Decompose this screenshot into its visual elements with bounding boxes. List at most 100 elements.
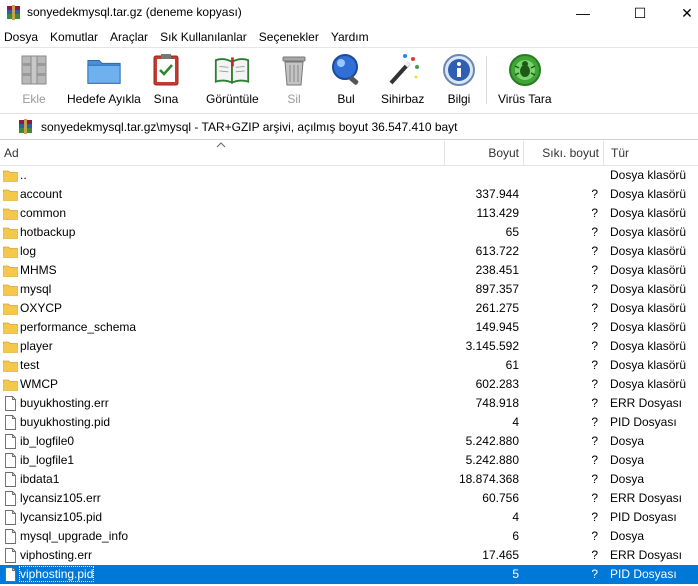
file-size: 5: [512, 567, 519, 581]
column-header-packed-size[interactable]: Sıkı. boyut: [523, 141, 603, 166]
test-button[interactable]: Sına: [148, 52, 184, 106]
book-icon: [214, 52, 250, 88]
folder-icon: [3, 284, 18, 296]
file-name: ib_logfile0: [20, 434, 75, 448]
list-row[interactable]: mysql_upgrade_info 6? Dosya: [0, 527, 698, 546]
column-header-type[interactable]: Tür: [603, 141, 698, 166]
list-row[interactable]: lycansiz105.err 60.756? ERR Dosyası: [0, 489, 698, 508]
list-row[interactable]: mysql 897.357? Dosya klasörü: [0, 280, 698, 299]
file-packed-size: ?: [591, 377, 598, 391]
column-header-size[interactable]: Boyut: [444, 141, 523, 166]
list-row[interactable]: ib_logfile0 5.242.880? Dosya: [0, 432, 698, 451]
list-row[interactable]: hotbackup 65? Dosya klasörü: [0, 223, 698, 242]
delete-label: Sil: [287, 92, 301, 106]
file-size: 149.945: [475, 320, 519, 334]
info-button[interactable]: Bilgi: [441, 52, 477, 106]
list-row[interactable]: MHMS 238.451? Dosya klasörü: [0, 261, 698, 280]
list-row[interactable]: ib_logfile1 5.242.880? Dosya: [0, 451, 698, 470]
file-name: lycansiz105.err: [20, 491, 101, 505]
close-button[interactable]: ✕: [664, 0, 698, 26]
folder-icon: [3, 246, 18, 258]
list-row[interactable]: buyukhosting.err 748.918? ERR Dosyası: [0, 394, 698, 413]
archive-icon: [19, 119, 32, 134]
file-icon: [5, 548, 16, 563]
list-row[interactable]: viphosting.err 17.465? ERR Dosyası: [0, 546, 698, 565]
file-type: Dosya: [610, 434, 645, 448]
maximize-button[interactable]: ☐: [617, 0, 663, 26]
file-size: 18.874.368: [458, 472, 519, 486]
file-size: 113.429: [476, 206, 520, 220]
file-packed-size: ?: [591, 548, 598, 562]
file-packed-size: ?: [591, 206, 598, 220]
address-bar[interactable]: sonyedekmysql.tar.gz\mysql - TAR+GZIP ar…: [0, 113, 698, 140]
file-size: 337.944: [475, 187, 519, 201]
file-icon: [5, 415, 16, 430]
info-label: Bilgi: [447, 92, 471, 106]
virus-scan-button[interactable]: Virüs Tara: [498, 52, 552, 106]
file-name: ib_logfile1: [20, 453, 75, 467]
folder-icon: [3, 379, 18, 391]
list-row[interactable]: viphosting.pid 5? PID Dosyası: [0, 565, 698, 584]
file-type: ERR Dosyası: [610, 396, 683, 410]
menu-help[interactable]: Yardım: [325, 27, 375, 47]
list-row[interactable]: log 613.722? Dosya klasörü: [0, 242, 698, 261]
delete-button[interactable]: Sil: [276, 52, 312, 106]
file-packed-size: ?: [591, 301, 598, 315]
list-row[interactable]: common 113.429? Dosya klasörü: [0, 204, 698, 223]
extract-to-label: Hedefe Ayıkla: [67, 92, 141, 106]
window-title: sonyedekmysql.tar.gz (deneme kopyası): [27, 5, 242, 19]
menu-options[interactable]: Seçenekler: [253, 27, 325, 47]
file-name: ibdata1: [20, 472, 60, 486]
list-row[interactable]: .. Dosya klasörü: [0, 166, 698, 185]
menu-commands[interactable]: Komutlar: [44, 27, 104, 47]
minimize-button[interactable]: —: [560, 0, 606, 26]
file-type: Dosya klasörü: [610, 301, 687, 315]
file-name: lycansiz105.pid: [20, 510, 103, 524]
list-row[interactable]: OXYCP 261.275? Dosya klasörü: [0, 299, 698, 318]
file-name: log: [20, 244, 37, 258]
file-name: test: [20, 358, 40, 372]
file-name: mysql_upgrade_info: [20, 529, 129, 543]
folder-icon: [3, 341, 18, 353]
file-packed-size: ?: [591, 339, 598, 353]
file-name: buyukhosting.err: [20, 396, 109, 410]
column-header-name[interactable]: Ad: [4, 141, 19, 166]
file-list: .. Dosya klasörü account 337.944? Dosya klas…: [0, 166, 698, 586]
list-row[interactable]: performance_schema 149.945? Dosya klasörü: [0, 318, 698, 337]
file-type: Dosya klasörü: [610, 320, 687, 334]
file-packed-size: ?: [591, 320, 598, 334]
test-label: Sına: [153, 92, 179, 106]
menu-tools[interactable]: Araçlar: [104, 27, 154, 47]
file-type: Dosya klasörü: [610, 377, 687, 391]
view-button[interactable]: Görüntüle: [206, 52, 259, 106]
sort-ascending-icon: [216, 142, 226, 148]
file-packed-size: ?: [591, 187, 598, 201]
wizard-label: Sihirbaz: [381, 92, 425, 106]
menu-favorites[interactable]: Sık Kullanılanlar: [154, 27, 253, 47]
folder-icon: [3, 227, 18, 239]
winrar-app-icon[interactable]: [6, 5, 21, 20]
find-button[interactable]: Bul: [328, 52, 364, 106]
toolbar: Ekle Hedefe Ayıkla Sına Görüntüle Sil Bu…: [0, 47, 698, 113]
file-type: PID Dosyası: [610, 415, 677, 429]
list-row[interactable]: account 337.944? Dosya klasörü: [0, 185, 698, 204]
file-size: 60.756: [482, 491, 519, 505]
add-button[interactable]: Ekle: [16, 52, 52, 106]
list-row[interactable]: ibdata1 18.874.368? Dosya: [0, 470, 698, 489]
file-size: 261.275: [475, 301, 519, 315]
file-packed-size: ?: [591, 415, 598, 429]
wizard-button[interactable]: Sihirbaz: [381, 52, 424, 106]
file-packed-size: ?: [591, 434, 598, 448]
list-row[interactable]: player 3.145.592? Dosya klasörü: [0, 337, 698, 356]
file-type: Dosya klasörü: [610, 263, 687, 277]
archive-add-icon: [16, 52, 52, 88]
list-row[interactable]: lycansiz105.pid 4? PID Dosyası: [0, 508, 698, 527]
list-row[interactable]: WMCP 602.283? Dosya klasörü: [0, 375, 698, 394]
menu-file[interactable]: Dosya: [0, 27, 44, 47]
trash-icon: [276, 52, 312, 88]
maximize-icon: ☐: [633, 4, 647, 21]
file-packed-size: ?: [591, 453, 598, 467]
list-row[interactable]: test 61? Dosya klasörü: [0, 356, 698, 375]
list-row[interactable]: buyukhosting.pid 4? PID Dosyası: [0, 413, 698, 432]
extract-to-button[interactable]: Hedefe Ayıkla: [67, 52, 141, 106]
